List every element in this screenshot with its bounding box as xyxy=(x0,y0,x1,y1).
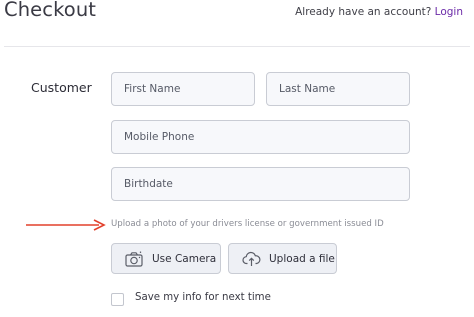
cloud-upload-icon xyxy=(242,251,261,266)
first-name-field[interactable] xyxy=(111,72,255,106)
customer-section-label: Customer xyxy=(31,80,92,95)
page-title: Checkout xyxy=(4,0,97,21)
header-divider xyxy=(4,46,470,47)
save-info-label: Save my info for next time xyxy=(135,292,271,303)
camera-icon xyxy=(125,251,143,267)
login-link[interactable]: Login xyxy=(435,6,463,18)
birthdate-field[interactable] xyxy=(111,167,410,201)
upload-file-button[interactable]: Upload a file xyxy=(228,243,337,274)
use-camera-label: Use Camera xyxy=(152,252,217,265)
last-name-field[interactable] xyxy=(266,72,410,106)
use-camera-button[interactable]: Use Camera xyxy=(111,243,221,274)
mobile-phone-field[interactable] xyxy=(111,120,410,154)
upload-file-label: Upload a file xyxy=(269,252,335,265)
account-prompt-text: Already have an account? xyxy=(295,6,432,18)
save-info-checkbox[interactable] xyxy=(111,293,124,306)
upload-helper-text: Upload a photo of your drivers license o… xyxy=(111,219,384,229)
account-prompt: Already have an account? Login xyxy=(295,6,463,18)
annotation-arrow-icon xyxy=(26,219,106,231)
